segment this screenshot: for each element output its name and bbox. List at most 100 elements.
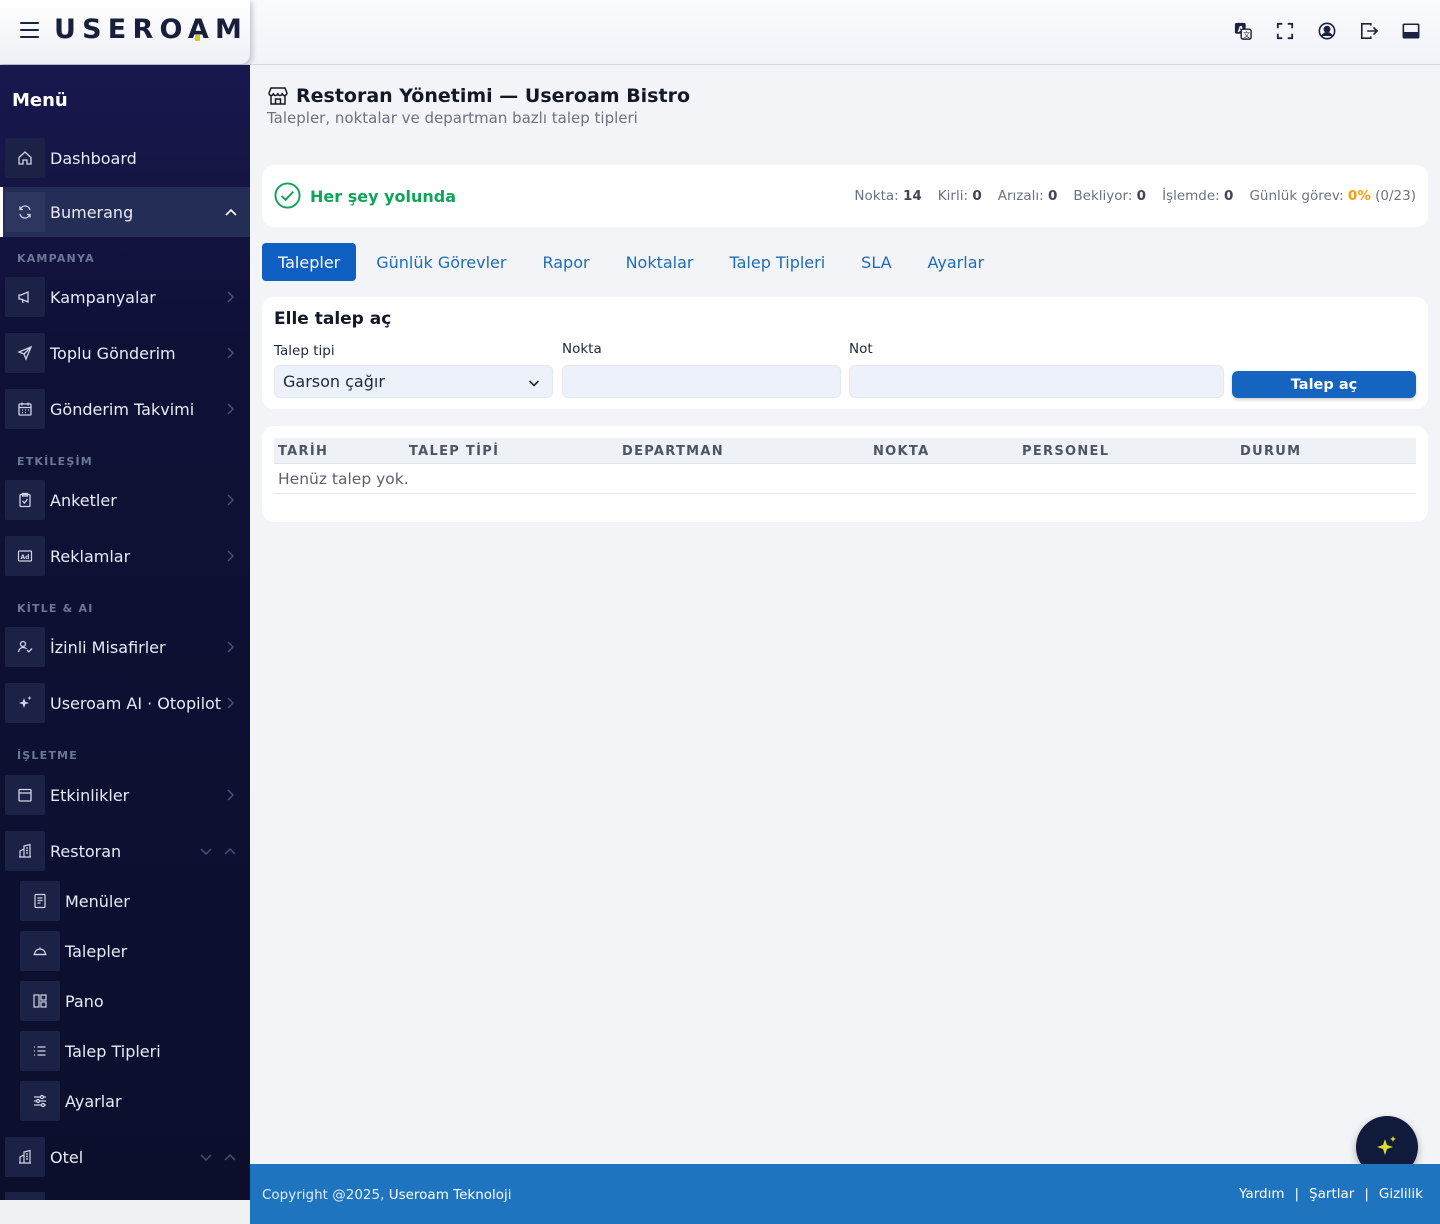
request-type-value: Garson çağır	[283, 372, 385, 391]
sparkles-icon	[5, 683, 45, 723]
chevron-up-icon	[225, 208, 237, 216]
sidebar-item-izinli-misafirler[interactable]: İzinli Misafirler	[0, 622, 250, 672]
sidebar-item-label: Otel	[50, 1147, 84, 1167]
chevron-right-icon	[227, 641, 234, 653]
stat-gunluk-gorev: Günlük görev: 0% (0/23)	[1249, 188, 1416, 204]
help-link[interactable]: Yardım	[1239, 1186, 1284, 1202]
sidebar-next-item-stub	[5, 1192, 45, 1200]
open-request-button[interactable]: Talep aç	[1232, 371, 1416, 398]
home-icon	[5, 138, 45, 178]
stat-islemde: İşlemde: 0	[1162, 188, 1234, 204]
tab-noktalar[interactable]: Noktalar	[610, 243, 710, 281]
building-icon	[5, 1137, 45, 1177]
tab-talep-tipleri[interactable]: Talep Tipleri	[714, 243, 842, 281]
footer-links: Yardım | Şartlar | Gizlilik	[1239, 1186, 1423, 1202]
main-content: Restoran Yönetimi — Useroam Bistro Talep…	[250, 65, 1440, 1164]
sidebar-item-etkinlikler[interactable]: Etkinlikler	[0, 770, 250, 820]
calendar-event-icon	[5, 775, 45, 815]
sliders-icon	[20, 1081, 60, 1121]
privacy-link[interactable]: Gizlilik	[1379, 1186, 1423, 1202]
footer: Copyright @2025, Useroam Teknoloji Yardı…	[250, 1164, 1440, 1224]
sidebar-item-bumerang[interactable]: Bumerang	[0, 187, 250, 237]
sidebar-subitem-label: Ayarlar	[65, 1091, 122, 1111]
hamburger-menu-icon[interactable]	[20, 22, 39, 38]
chevron-up-icon	[224, 1154, 236, 1161]
column-header[interactable]: NOKTA	[873, 444, 929, 459]
chevron-right-icon	[227, 403, 234, 415]
megaphone-icon	[5, 277, 45, 317]
page-subtitle: Talepler, noktalar ve departman bazlı ta…	[267, 109, 638, 127]
column-header[interactable]: DEPARTMAN	[622, 444, 724, 459]
tab-rapor[interactable]: Rapor	[526, 243, 605, 281]
sidebar-subitem-ayarlar[interactable]: Ayarlar	[20, 1081, 250, 1121]
column-header[interactable]: TARİH	[278, 444, 328, 459]
sidebar-item-useroam-ai[interactable]: Useroam AI · Otopilot	[0, 678, 250, 728]
useroam-logo[interactable]: USEROAM	[54, 14, 248, 45]
sidebar-subitem-menuler[interactable]: Menüler	[20, 881, 250, 921]
sidebar-item-reklamlar[interactable]: Ad Reklamlar	[0, 531, 250, 581]
svg-text:Ad: Ad	[21, 554, 30, 561]
building-icon	[5, 831, 45, 871]
sidebar-item-label: İzinli Misafirler	[50, 637, 166, 657]
sidebar-subitem-label: Talepler	[65, 941, 128, 961]
point-input[interactable]	[562, 365, 841, 398]
column-header[interactable]: PERSONEL	[1022, 444, 1109, 459]
note-label: Not	[849, 341, 873, 357]
status-card: Her şey yolunda Nokta: 14 Kirli: 0 Arıza…	[262, 165, 1428, 227]
sidebar-item-label: Restoran	[50, 841, 122, 861]
chevron-right-icon	[227, 697, 234, 709]
translate-icon[interactable]: A文	[1234, 22, 1252, 40]
tab-bar: Talepler Günlük Görevler Rapor Noktalar …	[262, 243, 1004, 281]
page-title: Restoran Yönetimi — Useroam Bistro	[267, 85, 690, 107]
brand-area: USEROAM	[0, 0, 250, 64]
company-link[interactable]: Useroam Teknoloji	[389, 1187, 512, 1203]
section-kitle-ai: KİTLE & AI	[17, 602, 94, 615]
request-type-select[interactable]: Garson çağır	[274, 365, 553, 398]
status-stats: Nokta: 14 Kirli: 0 Arızalı: 0 Bekliyor: …	[854, 188, 1416, 204]
user-check-icon	[5, 627, 45, 667]
tab-gunluk-gorevler[interactable]: Günlük Görevler	[360, 243, 522, 281]
terms-link[interactable]: Şartlar	[1309, 1186, 1354, 1202]
sidebar-item-anketler[interactable]: Anketler	[0, 475, 250, 525]
calendar-icon	[5, 389, 45, 429]
page-header: Restoran Yönetimi — Useroam Bistro Talep…	[267, 85, 690, 127]
column-header[interactable]: TALEP TİPİ	[409, 444, 499, 459]
sidebar-title: Menü	[12, 90, 68, 111]
note-input[interactable]	[849, 365, 1224, 398]
tab-ayarlar[interactable]: Ayarlar	[912, 243, 1001, 281]
sidebar-item-restoran[interactable]: Restoran	[0, 826, 250, 876]
tab-talepler[interactable]: Talepler	[262, 243, 357, 281]
sidebar-item-dashboard[interactable]: Dashboard	[0, 133, 250, 183]
sidebar-subitem-label: Talep Tipleri	[65, 1041, 161, 1061]
chevron-right-icon	[227, 494, 234, 506]
sidebar-item-toplu-gonderim[interactable]: Toplu Gönderim	[0, 328, 250, 378]
form-title: Elle talep aç	[274, 309, 392, 329]
sidebar-item-otel[interactable]: Otel	[0, 1132, 250, 1182]
chevron-right-icon	[227, 291, 234, 303]
sidebar-subitem-pano[interactable]: Pano	[20, 981, 250, 1021]
check-circle-icon	[274, 182, 301, 209]
tab-sla[interactable]: SLA	[845, 243, 907, 281]
status-message: Her şey yolunda	[310, 187, 457, 206]
svg-text:文: 文	[1243, 30, 1250, 39]
column-header[interactable]: DURUM	[1240, 444, 1301, 459]
chevron-down-icon	[200, 848, 212, 855]
sidebar-subitem-talep-tipleri[interactable]: Talep Tipleri	[20, 1031, 250, 1071]
table-empty-row: Henüz talep yok.	[274, 464, 1416, 494]
page-title-text: Restoran Yönetimi — Useroam Bistro	[296, 85, 690, 107]
sidebar-subitem-talepler[interactable]: Talepler	[20, 931, 250, 971]
sidebar-item-label: Anketler	[50, 490, 117, 510]
panel-toggle-icon[interactable]	[1402, 22, 1420, 40]
menu-book-icon	[20, 881, 60, 921]
header-actions: A文	[1234, 22, 1420, 40]
fullscreen-icon[interactable]	[1276, 22, 1294, 40]
stat-arizali: Arızalı: 0	[997, 188, 1058, 204]
sidebar-item-gonderim-takvimi[interactable]: Gönderim Takvimi	[0, 384, 250, 434]
manual-request-form: Elle talep aç Talep tipi Garson çağır No…	[262, 297, 1428, 409]
logout-icon[interactable]	[1360, 22, 1378, 40]
user-circle-icon[interactable]	[1318, 22, 1336, 40]
stat-nokta: Nokta: 14	[854, 188, 922, 204]
store-icon	[268, 87, 288, 105]
sidebar-subitem-label: Pano	[65, 991, 104, 1011]
sidebar-item-kampanyalar[interactable]: Kampanyalar	[0, 272, 250, 322]
